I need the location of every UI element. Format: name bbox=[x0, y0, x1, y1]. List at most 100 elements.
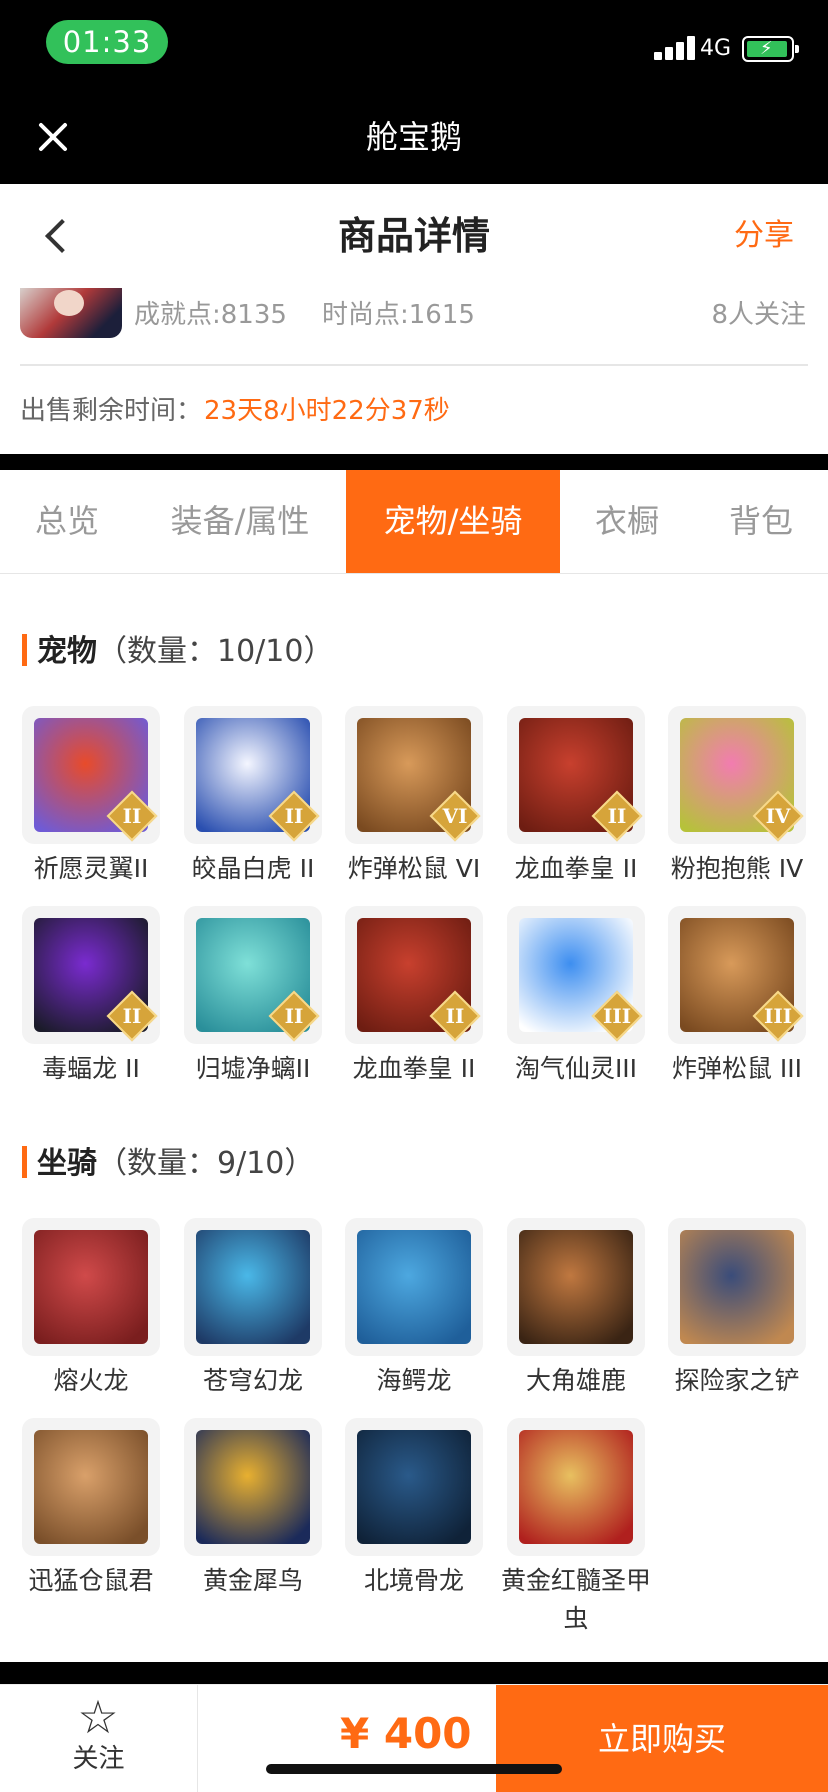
avatar bbox=[20, 288, 122, 338]
mounts-image bbox=[680, 1230, 794, 1344]
rank-badge-label: III bbox=[603, 1004, 632, 1028]
mounts-image bbox=[357, 1230, 471, 1344]
tab-backpack[interactable]: 背包 bbox=[694, 470, 828, 573]
home-indicator bbox=[266, 1764, 562, 1774]
mounts-name: 海鳄龙 bbox=[376, 1366, 452, 1395]
mounts-image bbox=[196, 1430, 310, 1544]
mounts-thumbnail bbox=[345, 1418, 483, 1556]
pets-item[interactable]: IV 粉抱抱熊 IV bbox=[656, 706, 818, 888]
pets-item[interactable]: VI 炸弹松鼠 VI bbox=[333, 706, 495, 888]
mounts-item[interactable]: 苍穹幻龙 bbox=[172, 1218, 334, 1400]
section-name: 宠物 bbox=[37, 634, 97, 669]
pets-thumbnail: II bbox=[184, 906, 322, 1044]
rank-badge-label: III bbox=[764, 1004, 793, 1028]
mounts-thumbnail bbox=[22, 1218, 160, 1356]
mounts-name: 北境骨龙 bbox=[363, 1566, 464, 1595]
mounts-image bbox=[357, 1430, 471, 1544]
mounts-thumbnail bbox=[345, 1218, 483, 1356]
achievement-points: 成就点:8135 bbox=[134, 300, 287, 330]
pets-item[interactable]: II 皎晶白虎 II bbox=[172, 706, 334, 888]
pets-thumbnail: III bbox=[507, 906, 645, 1044]
follower-count: 8人关注 bbox=[711, 300, 806, 330]
mounts-name: 大角雄鹿 bbox=[525, 1366, 626, 1395]
page-header: 商品详情 分享 成就点:8135 时尚点:1615 8人关注 出售剩余时间： 2… bbox=[0, 184, 828, 454]
mounts-name: 熔火龙 bbox=[53, 1366, 129, 1395]
signal-icon bbox=[654, 36, 698, 60]
mounts-item[interactable]: 探险家之铲 bbox=[656, 1218, 818, 1400]
action-bar: ☆ 关注 ¥ 400 立即购买 bbox=[0, 1684, 828, 1792]
rank-badge-label: II bbox=[445, 1004, 465, 1028]
pets-thumbnail: VI bbox=[345, 706, 483, 844]
mounts-image bbox=[34, 1430, 148, 1544]
network-label: 4G bbox=[700, 36, 732, 61]
follow-label: 关注 bbox=[72, 1744, 125, 1774]
mounts-item[interactable]: 熔火龙 bbox=[10, 1218, 172, 1400]
pets-name: 龙血拳皇 II bbox=[514, 854, 638, 883]
status-bar: 01:33 4G ⚡ bbox=[0, 0, 828, 90]
pets-name: 归墟净螭II bbox=[195, 1054, 311, 1083]
close-icon[interactable] bbox=[36, 120, 70, 154]
app-title: 舱宝鹅 bbox=[365, 118, 462, 156]
section-count: （数量：9/10） bbox=[97, 1146, 315, 1181]
tab-pets-mounts[interactable]: 宠物/坐骑 bbox=[346, 470, 560, 573]
mounts-item[interactable]: 海鳄龙 bbox=[333, 1218, 495, 1400]
rank-badge-label: IV bbox=[765, 804, 791, 828]
pets-thumbnail: IV bbox=[668, 706, 806, 844]
page-title: 商品详情 bbox=[337, 214, 490, 258]
mounts-item[interactable]: 黄金红髓圣甲虫 bbox=[495, 1418, 657, 1638]
pets-name: 淘气仙灵III bbox=[514, 1054, 638, 1083]
pets-thumbnail: II bbox=[184, 706, 322, 844]
pets-thumbnail: II bbox=[507, 706, 645, 844]
pets-thumbnail: II bbox=[22, 906, 160, 1044]
mounts-section-title: 坐骑（数量：9/10） bbox=[22, 1146, 314, 1182]
pets-item[interactable]: II 毒蝠龙 II bbox=[10, 906, 172, 1088]
remaining-time-value: 23天8小时22分37秒 bbox=[204, 396, 450, 426]
mounts-image bbox=[519, 1430, 633, 1544]
buy-now-button[interactable]: 立即购买 bbox=[496, 1685, 828, 1792]
pets-item[interactable]: II 归墟净螭II bbox=[172, 906, 334, 1088]
rank-badge-label: II bbox=[607, 804, 627, 828]
remaining-time-label: 出售剩余时间： bbox=[20, 396, 203, 426]
mounts-thumbnail bbox=[507, 1418, 645, 1556]
pets-name: 龙血拳皇 II bbox=[352, 1054, 476, 1083]
divider bbox=[20, 364, 808, 366]
divider bbox=[0, 1662, 828, 1684]
pets-thumbnail: III bbox=[668, 906, 806, 1044]
mounts-thumbnail bbox=[184, 1218, 322, 1356]
divider bbox=[0, 454, 828, 470]
tab-equipment[interactable]: 装备/属性 bbox=[134, 470, 346, 573]
mounts-image bbox=[34, 1230, 148, 1344]
mounts-item[interactable]: 迅猛仓鼠君 bbox=[10, 1418, 172, 1600]
tab-overview[interactable]: 总览 bbox=[0, 470, 134, 573]
mounts-item[interactable]: 大角雄鹿 bbox=[495, 1218, 657, 1400]
mounts-thumbnail bbox=[184, 1418, 322, 1556]
tab-wardrobe[interactable]: 衣橱 bbox=[560, 470, 694, 573]
follow-button[interactable]: ☆ 关注 bbox=[0, 1685, 198, 1792]
rank-badge-label: VI bbox=[442, 804, 468, 828]
mounts-name: 探险家之铲 bbox=[674, 1366, 800, 1395]
mounts-name: 黄金犀鸟 bbox=[202, 1566, 303, 1595]
mounts-item[interactable]: 黄金犀鸟 bbox=[172, 1418, 334, 1600]
star-icon: ☆ bbox=[77, 1690, 119, 1744]
mounts-image bbox=[519, 1230, 633, 1344]
rank-badge-label: II bbox=[284, 804, 304, 828]
pets-item[interactable]: III 炸弹松鼠 III bbox=[656, 906, 818, 1088]
mounts-image bbox=[196, 1230, 310, 1344]
pets-name: 粉抱抱熊 IV bbox=[670, 854, 804, 883]
rank-badge-label: II bbox=[284, 1004, 304, 1028]
mounts-name: 迅猛仓鼠君 bbox=[28, 1566, 154, 1595]
pets-item[interactable]: III 淘气仙灵III bbox=[495, 906, 657, 1088]
pets-item[interactable]: II 龙血拳皇 II bbox=[333, 906, 495, 1088]
fashion-points: 时尚点:1615 bbox=[322, 300, 475, 330]
mounts-item[interactable]: 北境骨龙 bbox=[333, 1418, 495, 1600]
pets-name: 炸弹松鼠 VI bbox=[347, 854, 481, 883]
rank-badge-label: II bbox=[122, 804, 142, 828]
share-button[interactable]: 分享 bbox=[734, 214, 794, 258]
pets-item[interactable]: II 龙血拳皇 II bbox=[495, 706, 657, 888]
pets-item[interactable]: II 祈愿灵翼II bbox=[10, 706, 172, 888]
mounts-thumbnail bbox=[22, 1418, 160, 1556]
app-bar: 舱宝鹅 bbox=[0, 90, 828, 184]
price: ¥ 400 bbox=[340, 1709, 472, 1758]
mounts-name: 黄金红髓圣甲虫 bbox=[500, 1566, 651, 1633]
mounts-thumbnail bbox=[507, 1218, 645, 1356]
